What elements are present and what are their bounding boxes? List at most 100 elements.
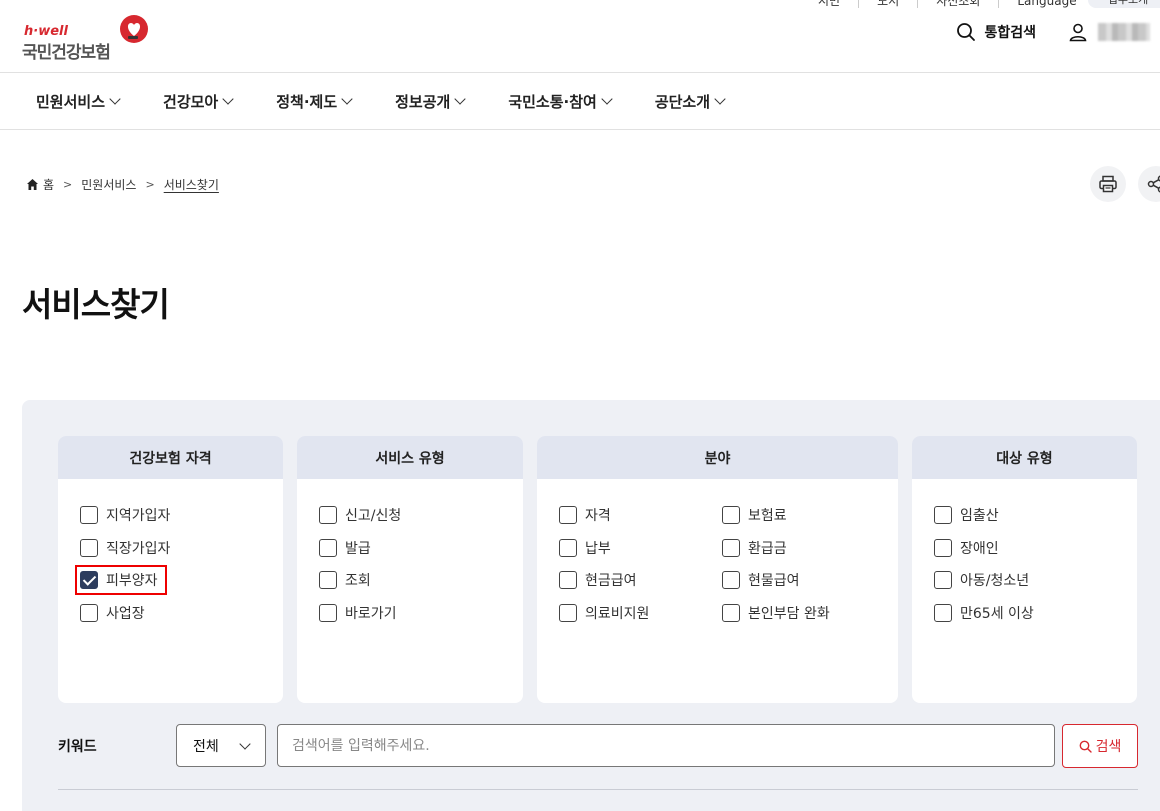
divider <box>58 789 1138 790</box>
chevron-down-icon <box>601 93 613 105</box>
user-icon <box>1069 23 1087 42</box>
site-logo[interactable]: h·well 국민건강보험 <box>22 14 152 63</box>
breadcrumb: 홈 > 민원서비스 > 서비스찾기 <box>26 176 219 193</box>
checkbox-inquiry[interactable]: 조회 <box>319 564 523 597</box>
checkbox-workplace[interactable]: 사업장 <box>80 597 283 630</box>
utility-bar: 시민 도서 사전조회 Language <box>800 0 1095 8</box>
filter-card-title: 대상 유형 <box>912 436 1137 479</box>
breadcrumb-home[interactable]: 홈 <box>43 176 54 193</box>
checkbox-senior-65[interactable]: 만65세 이상 <box>934 597 1137 630</box>
checkbox-box[interactable] <box>934 603 952 622</box>
checkbox-box[interactable] <box>319 603 337 622</box>
checkbox-box[interactable] <box>722 538 740 557</box>
checkbox-box[interactable] <box>559 603 577 622</box>
checkbox-refund[interactable]: 환급금 <box>722 532 882 565</box>
checkbox-label: 만65세 이상 <box>960 605 1034 622</box>
checkbox-label: 임출산 <box>960 508 999 525</box>
checkbox-child-youth[interactable]: 아동/청소년 <box>934 564 1137 597</box>
filter-card-target-type: 대상 유형 임출산 장애인 아동/청소년 만65세 이상 <box>912 436 1137 703</box>
breadcrumb-level1[interactable]: 민원서비스 <box>81 176 136 193</box>
checkbox-box[interactable] <box>319 506 337 525</box>
checkbox-box[interactable] <box>80 506 98 525</box>
checkbox-label: 조회 <box>345 573 371 590</box>
checkbox-label: 피부양자 <box>106 573 158 590</box>
print-button[interactable] <box>1090 166 1126 202</box>
checkbox-label: 지역가입자 <box>106 508 171 525</box>
utility-link[interactable]: 시민 <box>800 0 858 8</box>
logo-brand-en: h·well <box>24 24 68 39</box>
checkbox-box[interactable] <box>319 538 337 557</box>
checkbox-box[interactable] <box>934 571 952 590</box>
checkbox-pregnancy-childbirth[interactable]: 임출산 <box>934 499 1137 532</box>
share-button[interactable] <box>1138 166 1160 202</box>
search-icon <box>1079 740 1092 753</box>
checkbox-report-apply[interactable]: 신고/신청 <box>319 499 523 532</box>
integrated-search-link[interactable]: 통합검색 <box>956 22 1036 42</box>
checkbox-issue[interactable]: 발급 <box>319 532 523 565</box>
gnb-item-label: 건강모아 <box>163 92 219 111</box>
filter-card-qualification: 건강보험 자격 지역가입자 직장가입자 피부양자 사업장 <box>58 436 283 703</box>
chevron-down-icon <box>222 93 234 105</box>
highlight-box: 피부양자 <box>75 565 167 596</box>
gnb-item-communication[interactable]: 국민소통·참여 <box>508 91 613 112</box>
checkbox-box[interactable] <box>722 571 740 590</box>
checkbox-copay-relief[interactable]: 본인부담 완화 <box>722 597 882 630</box>
checkbox-employee-subscriber[interactable]: 직장가입자 <box>80 532 283 565</box>
keyword-search-row: 키워드 전체 검색 <box>58 724 1138 768</box>
gnb-item-about[interactable]: 공단소개 <box>655 91 726 112</box>
gnb-item-label: 정책·제도 <box>276 92 338 111</box>
gnb-item-civil-service[interactable]: 민원서비스 <box>36 91 121 112</box>
checkbox-premium[interactable]: 보험료 <box>722 499 882 532</box>
gnb-item-label: 정보공개 <box>395 92 451 111</box>
page-title: 서비스찾기 <box>22 285 170 324</box>
integrated-search-label: 통합검색 <box>984 25 1036 41</box>
checkbox-box[interactable] <box>722 603 740 622</box>
checkbox-medical-support[interactable]: 의료비지원 <box>559 597 722 630</box>
keyword-scope-select[interactable]: 전체 <box>176 724 266 767</box>
checkbox-label: 아동/청소년 <box>960 573 1030 590</box>
checkbox-label: 환급금 <box>748 540 787 557</box>
utility-link[interactable]: 사전조회 <box>917 0 998 8</box>
filter-card-title: 분야 <box>537 436 898 479</box>
checkbox-disabled[interactable]: 장애인 <box>934 532 1137 565</box>
gnb-item-disclosure[interactable]: 정보공개 <box>395 91 466 112</box>
gnb-item-health[interactable]: 건강모아 <box>163 91 234 112</box>
filter-card-service-type: 서비스 유형 신고/신청 발급 조회 바로가기 <box>297 436 523 703</box>
checkbox-box[interactable] <box>559 538 577 557</box>
breadcrumb-current[interactable]: 서비스찾기 <box>164 176 219 193</box>
checkbox-box[interactable] <box>80 603 98 622</box>
user-menu[interactable] <box>1068 22 1150 42</box>
keyword-search-button[interactable]: 검색 <box>1062 724 1138 768</box>
checkbox-cash-benefit[interactable]: 현금급여 <box>559 564 722 597</box>
utility-link-language[interactable]: Language <box>998 0 1094 8</box>
checkbox-box-checked[interactable] <box>80 571 98 590</box>
filter-card-field: 분야 자격 보험료 납부 환급금 현금급여 현물급여 의료비지원 본인부담 완화 <box>537 436 898 703</box>
keyword-label: 키워드 <box>58 739 97 755</box>
checkbox-box[interactable] <box>80 538 98 557</box>
checkbox-label: 발급 <box>345 540 371 557</box>
checkbox-payment[interactable]: 납부 <box>559 532 722 565</box>
chevron-down-icon <box>109 93 121 105</box>
checkbox-box[interactable] <box>559 506 577 525</box>
main-navigation: 민원서비스 건강모아 정책·제도 정보공개 국민소통·참여 공단소개 <box>0 72 1160 130</box>
utility-pill[interactable]: 업무소개 <box>1088 0 1160 8</box>
checkbox-in-kind-benefit[interactable]: 현물급여 <box>722 564 882 597</box>
gnb-item-policy[interactable]: 정책·제도 <box>276 91 353 112</box>
keyword-input[interactable] <box>277 724 1055 767</box>
chevron-down-icon <box>454 93 466 105</box>
checkbox-regional-subscriber[interactable]: 지역가입자 <box>80 499 283 532</box>
checkbox-box[interactable] <box>934 538 952 557</box>
checkbox-box[interactable] <box>319 571 337 590</box>
checkbox-box[interactable] <box>559 571 577 590</box>
checkbox-box[interactable] <box>722 506 740 525</box>
checkbox-shortcut[interactable]: 바로가기 <box>319 597 523 630</box>
checkbox-label: 바로가기 <box>345 605 397 622</box>
checkbox-box[interactable] <box>934 506 952 525</box>
checkbox-label: 자격 <box>585 508 611 525</box>
checkbox-label: 본인부담 완화 <box>748 605 830 622</box>
checkbox-qualification[interactable]: 자격 <box>559 499 722 532</box>
search-icon <box>957 23 976 41</box>
checkbox-dependent[interactable]: 피부양자 <box>75 564 283 597</box>
checkbox-label: 현금급여 <box>585 573 637 590</box>
utility-link[interactable]: 도서 <box>858 0 917 8</box>
